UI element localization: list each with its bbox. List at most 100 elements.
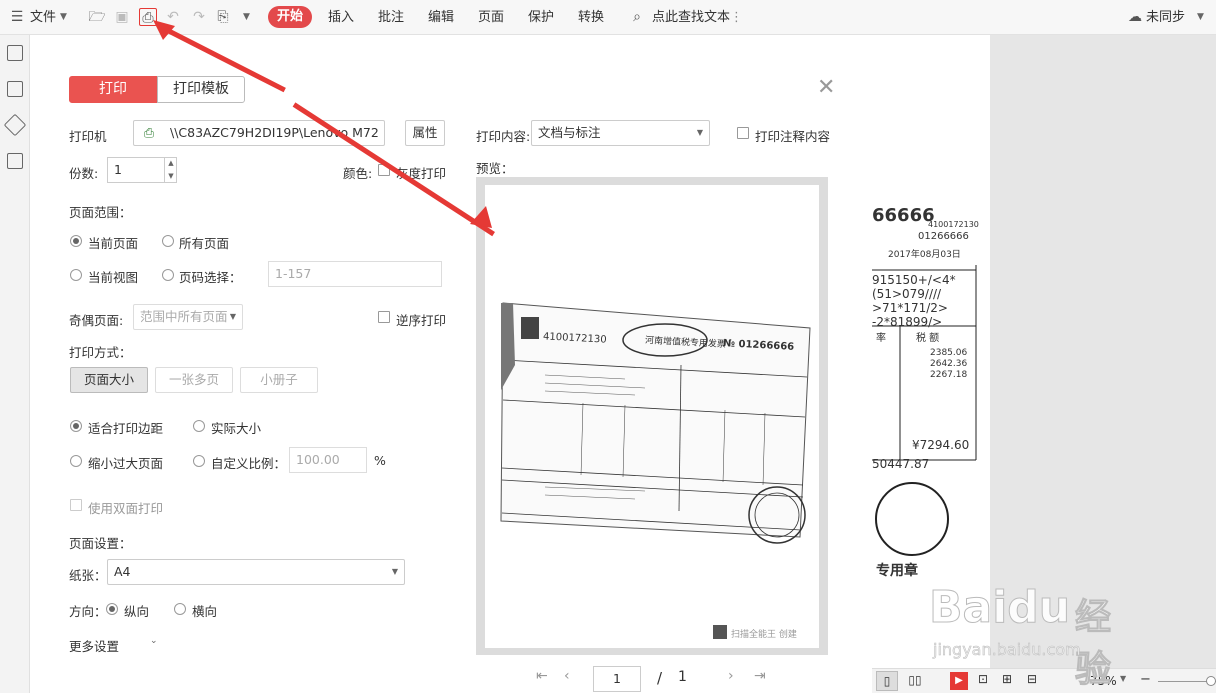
redo-icon[interactable]: ↷ — [190, 8, 208, 26]
invoice-preview-image — [500, 302, 811, 639]
duplex-checkbox[interactable] — [70, 499, 82, 511]
tab-insert[interactable]: 插入 — [328, 0, 354, 35]
current-view-radio[interactable] — [70, 269, 82, 281]
more-options-icon[interactable]: ⋮ — [730, 0, 743, 35]
fit-margin-radio[interactable] — [70, 420, 82, 432]
tab-print-template[interactable]: 打印模板 — [157, 76, 245, 103]
tab-protect[interactable]: 保护 — [528, 0, 554, 35]
invoice-num-fragment: 01266666 — [918, 231, 969, 242]
cipher-line-2: (51>079//// — [872, 287, 942, 301]
tab-convert[interactable]: 转换 — [578, 0, 604, 35]
portrait-label: 纵向 — [124, 604, 150, 619]
close-icon[interactable]: ✕ — [817, 77, 835, 99]
page-select-input[interactable]: 1-157 — [268, 261, 442, 287]
portrait-radio[interactable] — [106, 603, 118, 615]
cipher-line-3: >71*171/2> — [872, 301, 948, 315]
printer-label: 打印机 — [69, 129, 107, 144]
chevron-down-icon: ▼ — [696, 128, 703, 137]
sync-status[interactable]: 未同步 — [1146, 0, 1185, 35]
prev-page-icon[interactable]: ‹ — [564, 668, 570, 684]
printer-icon: ⎙ — [144, 125, 155, 140]
watermark-brand: Baidu — [928, 582, 1071, 634]
tab-page[interactable]: 页面 — [478, 0, 504, 35]
menu-icon[interactable]: ☰ — [8, 8, 26, 26]
reverse-print-checkbox[interactable] — [378, 311, 390, 323]
mode-page-size-button[interactable]: 页面大小 — [70, 367, 148, 393]
mode-booklet-button[interactable]: 小册子 — [240, 367, 318, 393]
two-page-view-icon[interactable]: ▯▯ — [904, 671, 926, 691]
status-bar: ▯ ▯▯ ▶ ⊡ ⊞ ⊟ 75% ▼ − — [872, 668, 1216, 693]
copies-label: 份数: — [69, 166, 99, 181]
save-icon[interactable]: ▣ — [113, 8, 131, 26]
current-page-radio[interactable] — [70, 235, 82, 247]
reverse-print-label: 逆序打印 — [396, 313, 447, 328]
chevron-down-icon: ▼ — [229, 312, 236, 321]
first-page-icon[interactable]: ⇤ — [536, 668, 548, 684]
current-view-label: 当前视图 — [88, 270, 139, 285]
page-number-input[interactable]: 1 — [593, 666, 641, 692]
extract-icon[interactable] — [7, 153, 23, 169]
rate-header: 率 — [876, 333, 886, 344]
tab-edit[interactable]: 编辑 — [428, 0, 454, 35]
open-folder-icon[interactable]: 🗁 — [88, 8, 106, 26]
page-select-label: 页码选择： — [179, 270, 242, 285]
chevron-down-icon[interactable]: ⌄ — [150, 636, 158, 646]
last-page-icon[interactable]: ⇥ — [754, 668, 766, 684]
tab-comment[interactable]: 批注 — [378, 0, 404, 35]
properties-button[interactable]: 属性 — [405, 120, 445, 146]
paper-select[interactable]: A4 ▼ — [107, 559, 405, 585]
search-icon[interactable]: ⌕ — [628, 8, 646, 26]
tab-start[interactable]: 开始 — [268, 6, 312, 28]
invoice-number-fragment: 66666 — [872, 205, 935, 226]
landscape-label: 横向 — [192, 604, 218, 619]
mode-multi-button[interactable]: 一张多页 — [155, 367, 233, 393]
odd-even-select[interactable]: 范围中所有页面 ▼ — [133, 304, 243, 330]
chevron-down-icon: ▼ — [391, 567, 398, 576]
file-menu[interactable]: 文件 — [30, 0, 56, 35]
annotate-icon[interactable] — [3, 113, 27, 137]
play-icon[interactable]: ▶ — [950, 672, 968, 690]
landscape-radio[interactable] — [174, 603, 186, 615]
more-settings-link[interactable]: 更多设置 — [69, 636, 119, 655]
page-select-radio[interactable] — [162, 269, 174, 281]
fit-width-icon[interactable]: ⊟ — [1027, 672, 1037, 686]
actual-size-icon[interactable]: ⊡ — [978, 672, 988, 686]
all-pages-label: 所有页面 — [179, 236, 230, 251]
file-dropdown-icon[interactable]: ▼ — [60, 0, 67, 35]
workspace-background — [990, 35, 1216, 668]
percent-label: % — [374, 453, 386, 468]
actual-size-radio[interactable] — [193, 420, 205, 432]
custom-scale-radio[interactable] — [193, 455, 205, 467]
single-page-view-icon[interactable]: ▯ — [876, 671, 898, 691]
fit-margin-label: 适合打印边距 — [88, 421, 164, 436]
page-setup-title: 页面设置： — [69, 536, 132, 551]
page-range-title: 页面范围： — [69, 205, 132, 220]
format-painter-icon[interactable]: ⎘ — [214, 8, 232, 26]
tax-total: ¥7294.60 — [912, 438, 970, 452]
cloud-icon[interactable]: ☁ — [1126, 8, 1144, 26]
sync-dropdown-icon[interactable]: ▼ — [1197, 0, 1204, 35]
fit-page-icon[interactable]: ⊞ — [1002, 672, 1012, 686]
outline-icon[interactable] — [7, 45, 23, 61]
image-icon[interactable] — [7, 81, 23, 97]
zoom-dropdown-icon[interactable]: ▼ — [1120, 674, 1126, 683]
scale-input[interactable]: 100.00 — [289, 447, 367, 473]
print-content-select[interactable]: 文档与标注 ▼ — [531, 120, 710, 146]
tab-print[interactable]: 打印 — [69, 76, 157, 103]
print-comments-checkbox[interactable] — [737, 127, 749, 139]
tax-value-2: 2642.36 — [930, 359, 968, 369]
copies-stepper[interactable]: ▲ ▼ — [164, 157, 177, 183]
next-page-icon[interactable]: › — [728, 668, 734, 684]
duplex-label: 使用双面打印 — [88, 501, 164, 516]
all-pages-radio[interactable] — [162, 235, 174, 247]
more-dropdown-icon[interactable]: ▼ — [243, 0, 250, 35]
document-page-fragment: 66666 4100172130 01266666 2017年08月03日 91… — [872, 35, 990, 668]
search-text[interactable]: 点此查找文本 — [652, 0, 730, 35]
odd-even-value: 范围中所有页面 — [140, 309, 228, 324]
tax-value-1: 2385.06 — [930, 348, 968, 358]
shrink-large-radio[interactable] — [70, 455, 82, 467]
zoom-out-icon[interactable]: − — [1140, 672, 1151, 687]
zoom-slider-handle[interactable] — [1206, 676, 1216, 686]
cipher-line-4: -2*81899/> — [872, 315, 943, 329]
cipher-line-1: 915150+/<4* — [872, 273, 956, 287]
